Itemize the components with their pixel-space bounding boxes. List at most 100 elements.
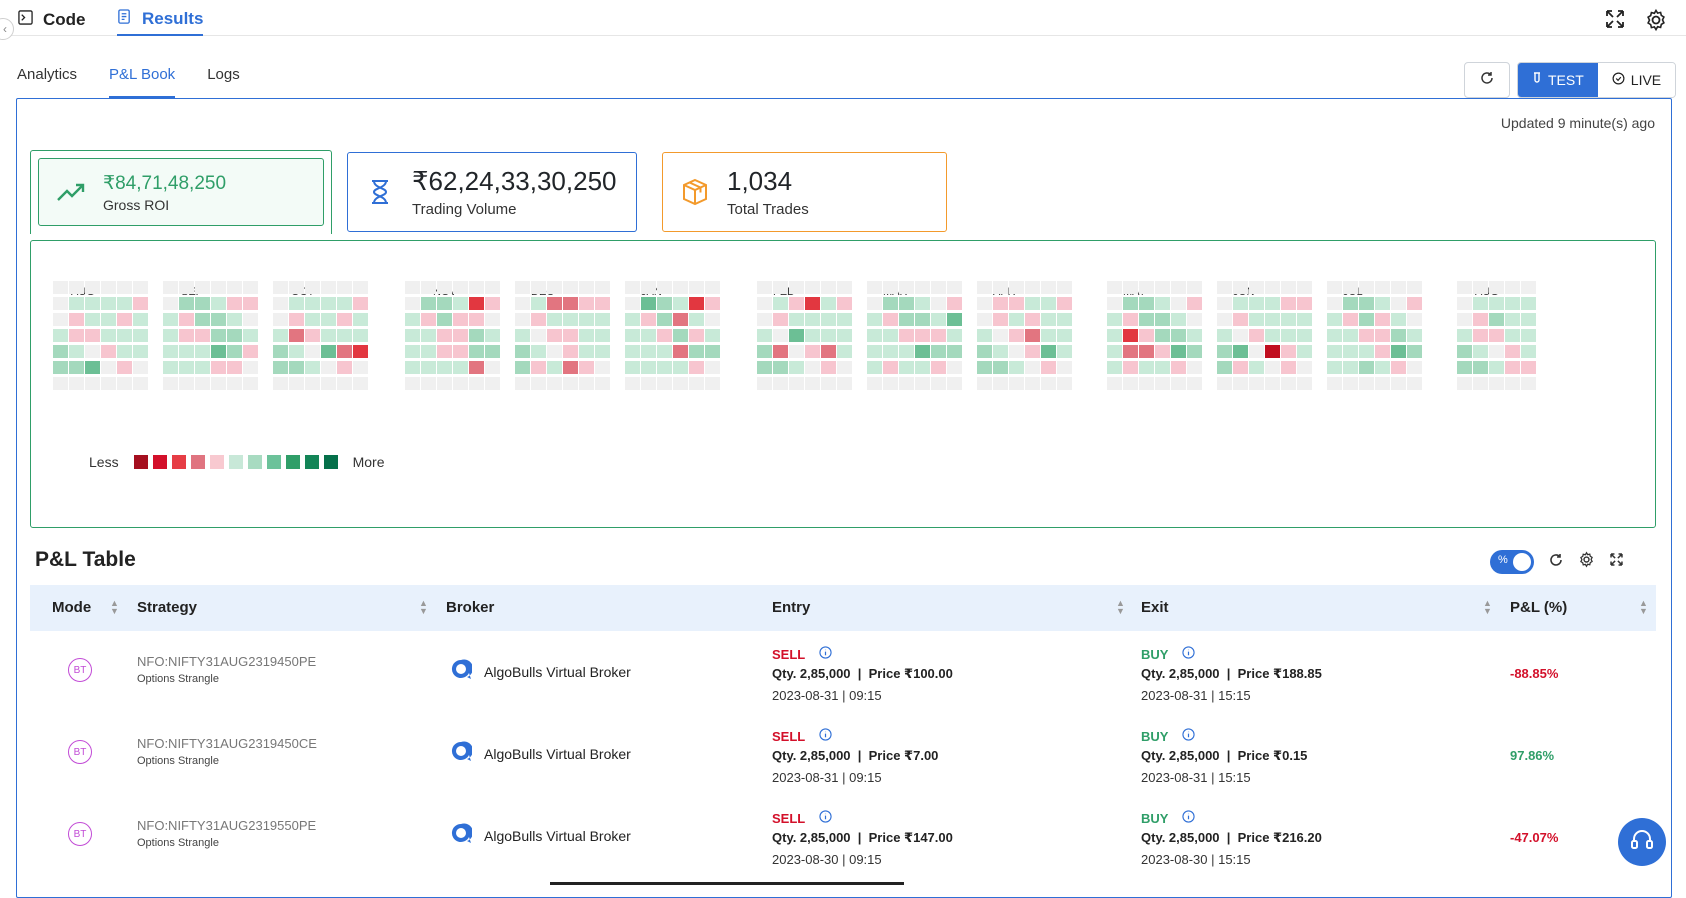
- heatmap-cell[interactable]: [1217, 281, 1232, 294]
- heatmap-cell[interactable]: [469, 313, 484, 326]
- heatmap-cell[interactable]: [1473, 361, 1488, 374]
- heatmap-cell[interactable]: [595, 313, 610, 326]
- heatmap-cell[interactable]: [579, 313, 594, 326]
- heatmap-cell[interactable]: [1391, 361, 1406, 374]
- heatmap-cell[interactable]: [1521, 329, 1536, 342]
- heatmap-cell[interactable]: [1139, 329, 1154, 342]
- heatmap-cell[interactable]: [1473, 297, 1488, 310]
- heatmap-cell[interactable]: [563, 313, 578, 326]
- heatmap-cell[interactable]: [305, 377, 320, 390]
- heatmap-cell[interactable]: [1057, 281, 1072, 294]
- heatmap-cell[interactable]: [1391, 313, 1406, 326]
- heatmap-cell[interactable]: [273, 329, 288, 342]
- heatmap-cell[interactable]: [915, 329, 930, 342]
- heatmap-cell[interactable]: [485, 313, 500, 326]
- heatmap-cell[interactable]: [1375, 281, 1390, 294]
- heatmap-cell[interactable]: [931, 281, 946, 294]
- heatmap-cell[interactable]: [1473, 345, 1488, 358]
- heatmap-cell[interactable]: [179, 329, 194, 342]
- heatmap-cell[interactable]: [595, 345, 610, 358]
- heatmap-cell[interactable]: [1265, 313, 1280, 326]
- heatmap-cell[interactable]: [1297, 281, 1312, 294]
- heatmap-cell[interactable]: [353, 313, 368, 326]
- heatmap-cell[interactable]: [1025, 377, 1040, 390]
- heatmap-cell[interactable]: [1249, 313, 1264, 326]
- heatmap-cell[interactable]: [69, 361, 84, 374]
- heatmap-cell[interactable]: [195, 297, 210, 310]
- heatmap-cell[interactable]: [1057, 345, 1072, 358]
- heatmap-cell[interactable]: [1359, 281, 1374, 294]
- heatmap-cell[interactable]: [547, 329, 562, 342]
- heatmap-cell[interactable]: [405, 361, 420, 374]
- table-row[interactable]: BT NFO:NIFTY31AUG2319450CE Options Stran…: [30, 714, 1656, 796]
- heatmap-cell[interactable]: [211, 361, 226, 374]
- heatmap-cell[interactable]: [915, 361, 930, 374]
- heatmap-cell[interactable]: [469, 329, 484, 342]
- heatmap-cell[interactable]: [867, 297, 882, 310]
- heatmap-cell[interactable]: [773, 361, 788, 374]
- heatmap-cell[interactable]: [1505, 345, 1520, 358]
- heatmap-cell[interactable]: [1107, 361, 1122, 374]
- heatmap-cell[interactable]: [117, 329, 132, 342]
- heatmap-cell[interactable]: [1155, 329, 1170, 342]
- heatmap-cell[interactable]: [1025, 361, 1040, 374]
- heatmap-cell[interactable]: [1281, 329, 1296, 342]
- heatmap-cell[interactable]: [211, 281, 226, 294]
- heatmap-cell[interactable]: [437, 313, 452, 326]
- heatmap-cell[interactable]: [101, 329, 116, 342]
- heatmap-cell[interactable]: [1187, 377, 1202, 390]
- heatmap-cell[interactable]: [883, 313, 898, 326]
- heatmap-cell[interactable]: [947, 297, 962, 310]
- heatmap-cell[interactable]: [1155, 377, 1170, 390]
- heatmap-cell[interactable]: [1473, 281, 1488, 294]
- heatmap-cell[interactable]: [85, 313, 100, 326]
- heatmap-cell[interactable]: [421, 313, 436, 326]
- heatmap-cell[interactable]: [993, 377, 1008, 390]
- heatmap-cell[interactable]: [1359, 329, 1374, 342]
- heatmap-cell[interactable]: [1343, 297, 1358, 310]
- heatmap-cell[interactable]: [211, 377, 226, 390]
- heatmap-cell[interactable]: [1359, 361, 1374, 374]
- heatmap-cell[interactable]: [993, 313, 1008, 326]
- heatmap-cell[interactable]: [789, 377, 804, 390]
- heatmap-cell[interactable]: [1407, 329, 1422, 342]
- heatmap-cell[interactable]: [1009, 345, 1024, 358]
- heatmap-cell[interactable]: [641, 361, 656, 374]
- heatmap-cell[interactable]: [1123, 345, 1138, 358]
- heatmap-cell[interactable]: [805, 313, 820, 326]
- heatmap-cell[interactable]: [595, 281, 610, 294]
- heatmap-cell[interactable]: [821, 313, 836, 326]
- heatmap-cell[interactable]: [1391, 281, 1406, 294]
- heatmap-cell[interactable]: [579, 377, 594, 390]
- gear-icon[interactable]: [1644, 8, 1668, 32]
- heatmap-cell[interactable]: [133, 313, 148, 326]
- heatmap-cell[interactable]: [321, 281, 336, 294]
- heatmap-cell[interactable]: [305, 313, 320, 326]
- sort-icon[interactable]: ▲ ▼: [419, 599, 428, 616]
- heatmap-cell[interactable]: [1249, 329, 1264, 342]
- heatmap-cell[interactable]: [437, 345, 452, 358]
- heatmap-cell[interactable]: [931, 377, 946, 390]
- heatmap-cell[interactable]: [1265, 329, 1280, 342]
- heatmap-cell[interactable]: [705, 329, 720, 342]
- heatmap-cell[interactable]: [117, 377, 132, 390]
- heatmap-cell[interactable]: [1391, 297, 1406, 310]
- tab-results[interactable]: Results: [117, 4, 204, 36]
- heatmap-cell[interactable]: [1359, 313, 1374, 326]
- heatmap-cell[interactable]: [883, 377, 898, 390]
- heatmap-cell[interactable]: [69, 377, 84, 390]
- table-row[interactable]: BT NFO:NIFTY31AUG2319550PE Options Stran…: [30, 796, 1656, 878]
- heatmap-cell[interactable]: [179, 297, 194, 310]
- heatmap-cell[interactable]: [1327, 345, 1342, 358]
- heatmap-cell[interactable]: [133, 377, 148, 390]
- heatmap-cell[interactable]: [1327, 329, 1342, 342]
- heatmap-cell[interactable]: [117, 345, 132, 358]
- heatmap-cell[interactable]: [1217, 361, 1232, 374]
- tab-logs[interactable]: Logs: [207, 66, 240, 98]
- heatmap-cell[interactable]: [1327, 377, 1342, 390]
- heatmap-cell[interactable]: [163, 361, 178, 374]
- heatmap-cell[interactable]: [883, 361, 898, 374]
- heatmap-cell[interactable]: [595, 361, 610, 374]
- heatmap-cell[interactable]: [867, 377, 882, 390]
- heatmap-cell[interactable]: [485, 377, 500, 390]
